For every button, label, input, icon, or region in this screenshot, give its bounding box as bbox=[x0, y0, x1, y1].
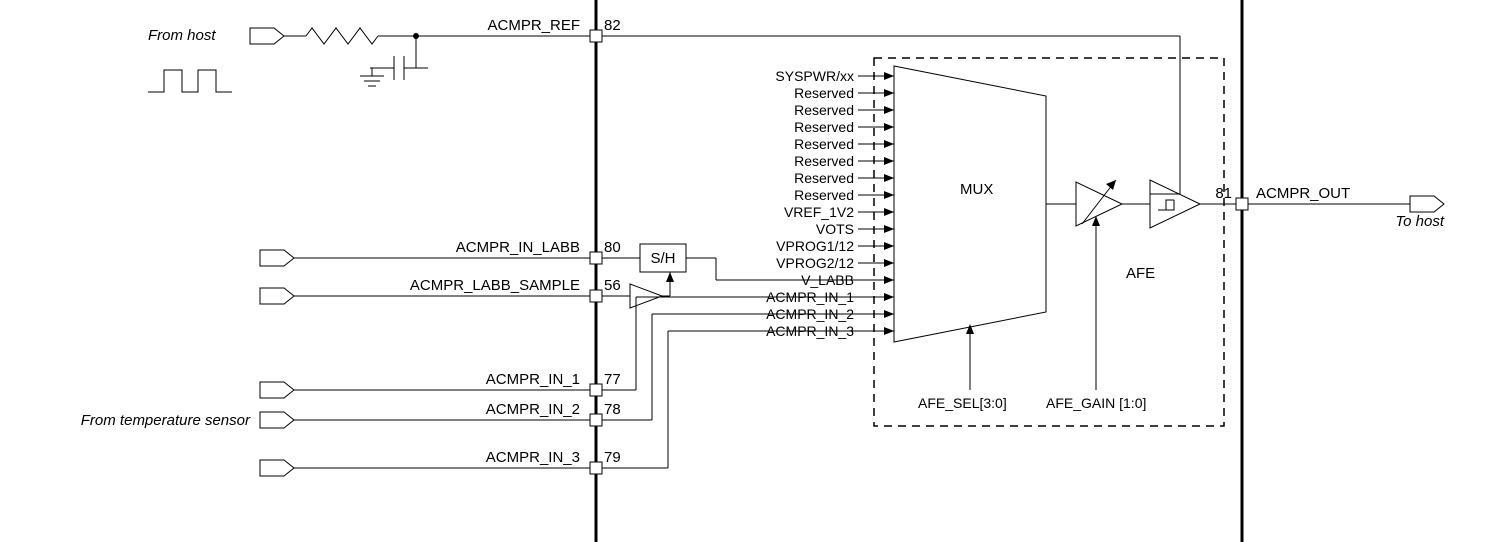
from-host-port bbox=[250, 28, 284, 44]
from-host-label: From host bbox=[148, 27, 216, 44]
pulse-glyph bbox=[148, 70, 232, 92]
pin-in3 bbox=[590, 462, 602, 474]
gain-amp bbox=[1076, 180, 1122, 226]
afe-sel-label: AFE_SEL[3:0] bbox=[918, 395, 1007, 411]
resistor bbox=[306, 28, 378, 44]
in3-port bbox=[260, 460, 294, 476]
sh-label: S/H bbox=[650, 250, 675, 267]
to-host-label: To host bbox=[1395, 213, 1444, 230]
ground-icon bbox=[360, 76, 384, 86]
mux-inputs: SYSPWR/xxReservedReservedReservedReserve… bbox=[766, 68, 894, 339]
schematic-diagram: From host ACMPR_REF 82 MUX SYSPWR/xxRese… bbox=[0, 0, 1487, 542]
to-host-port bbox=[1410, 196, 1444, 212]
in-labb-port bbox=[260, 250, 294, 266]
pin-ref-num: 82 bbox=[604, 17, 621, 34]
mux-input-label: VREF_1V2 bbox=[784, 204, 854, 220]
buffer bbox=[630, 284, 662, 308]
mux-label: MUX bbox=[960, 181, 993, 198]
mux-input-label: VPROG1/12 bbox=[776, 238, 854, 254]
pin-in2-label: ACMPR_IN_2 bbox=[486, 401, 580, 418]
mux bbox=[894, 66, 1046, 342]
mux-input-label: VPROG2/12 bbox=[776, 255, 854, 271]
mux-input-label: Reserved bbox=[794, 187, 854, 203]
mux-input-label: Reserved bbox=[794, 102, 854, 118]
pin-in2 bbox=[590, 414, 602, 426]
pin-out-label: ACMPR_OUT bbox=[1256, 185, 1350, 202]
comparator bbox=[1150, 180, 1200, 228]
from-temp-label: From temperature sensor bbox=[81, 412, 251, 429]
pin-sample-label: ACMPR_LABB_SAMPLE bbox=[410, 277, 580, 294]
pin-in2-num: 78 bbox=[604, 401, 621, 418]
pin-out-num: 81 bbox=[1215, 185, 1232, 202]
afe-gain-label: AFE_GAIN [1:0] bbox=[1046, 395, 1146, 411]
pin-in1-num: 77 bbox=[604, 371, 621, 388]
pin-in3-num: 79 bbox=[604, 449, 621, 466]
in2-port bbox=[260, 412, 294, 428]
pin-ref-label: ACMPR_REF bbox=[487, 17, 580, 34]
pin-sample-num: 56 bbox=[604, 277, 621, 294]
pin-labb bbox=[590, 252, 602, 264]
mux-input-label: Reserved bbox=[794, 85, 854, 101]
pin-in3-label: ACMPR_IN_3 bbox=[486, 449, 580, 466]
mux-input-label: Reserved bbox=[794, 153, 854, 169]
mux-input-label: Reserved bbox=[794, 136, 854, 152]
mux-input-label: Reserved bbox=[794, 119, 854, 135]
sample-port bbox=[260, 288, 294, 304]
pin-ref bbox=[590, 30, 602, 42]
pin-labb-num: 80 bbox=[604, 239, 621, 256]
pin-sample bbox=[590, 290, 602, 302]
pin-labb-label: ACMPR_IN_LABB bbox=[456, 239, 580, 256]
mux-input-label: SYSPWR/xx bbox=[775, 68, 854, 84]
pin-out bbox=[1236, 198, 1248, 210]
mux-input-label: Reserved bbox=[794, 170, 854, 186]
pin-in1-label: ACMPR_IN_1 bbox=[486, 371, 580, 388]
in1-port bbox=[260, 382, 294, 398]
afe-label: AFE bbox=[1126, 265, 1155, 282]
pin-in1 bbox=[590, 384, 602, 396]
mux-input-label: VOTS bbox=[816, 221, 854, 237]
